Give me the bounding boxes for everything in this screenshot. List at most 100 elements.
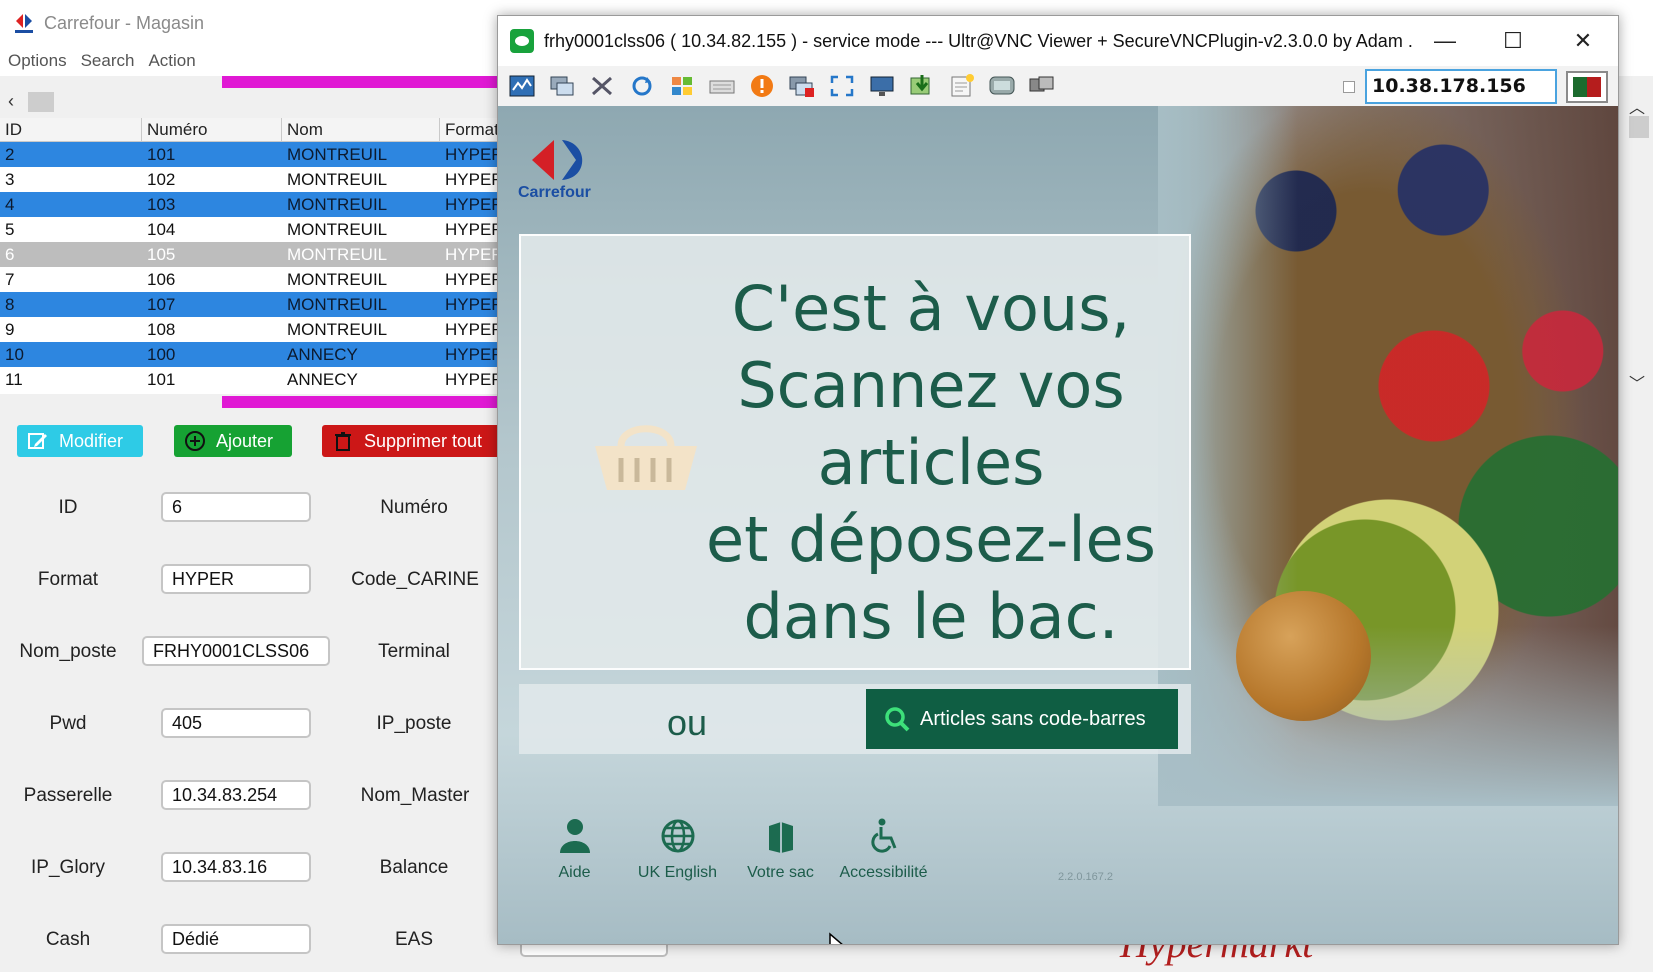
table-row[interactable]: 11 101 ANNECY HYPER (0, 367, 500, 392)
table-row[interactable]: 2 101 MONTREUIL HYPER (0, 142, 500, 167)
start-icon[interactable] (665, 70, 699, 102)
close-session-icon[interactable] (785, 70, 819, 102)
ip-address-field[interactable]: 10.38.178.156 (1365, 69, 1557, 104)
accessibility-button[interactable]: Accessibilité (832, 818, 935, 908)
nom-poste-field[interactable]: FRHY0001CLSS06 (142, 636, 330, 666)
id-field[interactable]: 6 (161, 492, 311, 522)
col-numero[interactable]: Numéro (142, 118, 282, 141)
add-button[interactable]: Ajouter (174, 425, 292, 457)
modify-button[interactable]: Modifier (17, 425, 143, 457)
table-row[interactable]: 7 106 MONTREUIL HYPER (0, 267, 500, 292)
cell-format: HYPER (445, 245, 500, 264)
grid-horizontal-scrollbar[interactable]: ‹ (0, 88, 500, 116)
grid-body: 2 101 MONTREUIL HYPER 3 102 MONTREUIL HYPER 4 103… (0, 142, 500, 392)
vscroll-thumb[interactable] (1629, 116, 1649, 138)
bag-icon (763, 818, 799, 854)
vnc-titlebar[interactable]: frhy0001clss06 ( 10.34.82.155 ) - servic… (498, 16, 1618, 66)
label-ip-glory: IP_Glory (31, 857, 105, 878)
label-format: Format (37, 569, 99, 590)
chat-icon[interactable] (985, 70, 1019, 102)
cell-format: HYPER (445, 145, 500, 164)
remote-kiosk-screen[interactable]: Carrefour C'est à vous, Scannez vos arti… (498, 106, 1618, 944)
language-button[interactable]: UK English (626, 818, 729, 908)
stats-icon[interactable] (505, 70, 539, 102)
scroll-up-icon[interactable]: ︿ (1629, 94, 1645, 118)
cell-id: 6 (5, 245, 15, 264)
transfer-icon[interactable] (905, 70, 939, 102)
cell-format: HYPER (445, 345, 500, 364)
help-button[interactable]: Aide (523, 818, 626, 908)
cell-id: 8 (5, 295, 15, 314)
cell-nom: ANNECY (287, 345, 358, 364)
scroll-thumb[interactable] (28, 92, 54, 112)
fullscreen-icon[interactable] (825, 70, 859, 102)
instruction-line-5: dans le bac. (743, 580, 1119, 653)
notes-icon[interactable] (945, 70, 979, 102)
table-row[interactable]: 4 103 MONTREUIL HYPER (0, 192, 500, 217)
globe-icon (660, 818, 696, 854)
keyboard-icon[interactable] (705, 70, 739, 102)
cell-format: HYPER (445, 195, 500, 214)
screens-icon[interactable] (1025, 70, 1059, 102)
table-row[interactable]: 8 107 MONTREUIL HYPER (0, 292, 500, 317)
delete-all-label: Supprimer tout (364, 430, 483, 451)
instruction-line-1: C'est à vous, (731, 272, 1131, 345)
ip-glory-field[interactable]: 10.34.83.16 (161, 852, 311, 882)
menu-options[interactable]: Options (8, 51, 67, 71)
alternative-panel: ou Articles sans code-barres (519, 684, 1191, 754)
scroll-down-icon[interactable]: ﹀ (1629, 370, 1645, 394)
label-code-carine: Code_CARINE (351, 569, 479, 590)
col-id[interactable]: ID (0, 118, 142, 141)
cell-id: 3 (5, 170, 15, 189)
menu-action[interactable]: Action (148, 51, 195, 71)
table-row[interactable]: 10 100 ANNECY HYPER (0, 342, 500, 367)
maximize-icon[interactable]: ☐ (1490, 24, 1536, 58)
cell-numero: 100 (147, 345, 176, 364)
bag-button[interactable]: Votre sac (729, 818, 832, 908)
delete-all-button[interactable]: Supprimer tout (322, 425, 522, 457)
label-ip-poste: IP_poste (376, 713, 452, 734)
grid-vertical-scrollbar[interactable]: ︿ ﹀ (1625, 88, 1653, 398)
vnc-viewer-window: frhy0001clss06 ( 10.34.82.155 ) - servic… (497, 15, 1619, 945)
vnc-eye-icon (510, 29, 534, 53)
table-row[interactable]: 5 104 MONTREUIL HYPER (0, 217, 500, 242)
cell-id: 5 (5, 220, 15, 239)
cash-field[interactable]: Dédié (161, 924, 311, 954)
cell-numero: 105 (147, 245, 176, 264)
col-nom[interactable]: Nom (282, 118, 440, 141)
help-label: Aide (558, 864, 591, 881)
table-row[interactable]: 9 108 MONTREUIL HYPER (0, 317, 500, 342)
edit-icon (27, 430, 49, 452)
cell-nom: MONTREUIL (287, 195, 388, 214)
close-icon[interactable]: ✕ (1560, 24, 1606, 58)
cell-nom: MONTREUIL (287, 245, 388, 264)
refresh-icon[interactable] (625, 70, 659, 102)
instruction-panel: C'est à vous, Scannez vos articles et dé… (519, 234, 1191, 670)
minimize-icon[interactable]: — (1422, 24, 1468, 58)
pwd-field[interactable]: 405 (161, 708, 311, 738)
cell-numero: 106 (147, 270, 176, 289)
no-barcode-items-button[interactable]: Articles sans code-barres (866, 689, 1178, 749)
cell-numero: 101 (147, 145, 176, 164)
language-label: UK English (637, 864, 718, 881)
table-row[interactable]: 6 105 MONTREUIL HYPER (0, 242, 500, 267)
menu-search[interactable]: Search (81, 51, 135, 71)
scroll-left-icon[interactable]: ‹ (8, 91, 14, 112)
passerelle-field[interactable]: 10.34.83.254 (161, 780, 311, 810)
search-icon (884, 706, 910, 732)
viewonly-checkbox[interactable] (1343, 81, 1355, 93)
bg-window-title: Carrefour - Magasin (44, 12, 205, 33)
cell-numero: 108 (147, 320, 176, 339)
format-field[interactable]: HYPER (161, 564, 311, 594)
monitor-icon[interactable] (865, 70, 899, 102)
windows-icon[interactable] (545, 70, 579, 102)
color-mode-icon[interactable] (1566, 71, 1608, 103)
add-label: Ajouter (216, 430, 274, 451)
tools-icon[interactable] (585, 70, 619, 102)
or-label: ou (667, 702, 708, 743)
col-format[interactable]: Format (440, 118, 500, 141)
label-numero: Numéro (380, 497, 448, 518)
alert-icon[interactable] (745, 70, 779, 102)
table-row[interactable]: 3 102 MONTREUIL HYPER (0, 167, 500, 192)
instruction-line-2: Scannez vos (737, 349, 1125, 422)
